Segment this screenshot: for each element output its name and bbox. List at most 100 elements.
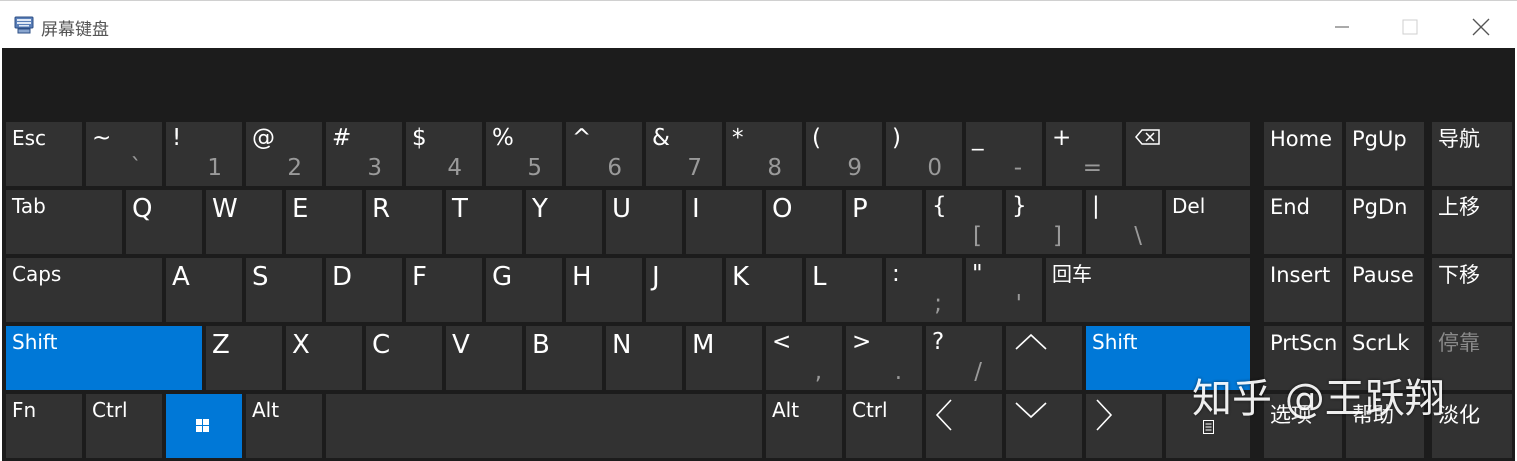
key-shift-left[interactable]: Shift — [6, 326, 202, 390]
key-home[interactable]: Home — [1264, 122, 1342, 186]
key-label: Tab — [12, 194, 46, 218]
key-base-symbol: 3 — [367, 155, 382, 181]
key-alt-right[interactable]: Alt — [766, 394, 842, 458]
key-5[interactable]: % 5 — [486, 122, 562, 186]
close-button[interactable] — [1458, 9, 1502, 43]
key-shift-symbol: _ — [972, 125, 984, 151]
key-9[interactable]: ( 9 — [806, 122, 882, 186]
key-navigate[interactable]: 导航 — [1432, 122, 1512, 186]
key-w[interactable]: W — [206, 190, 282, 254]
key-label: H — [572, 262, 592, 292]
key-i[interactable]: I — [686, 190, 762, 254]
key-fn[interactable]: Fn — [6, 394, 82, 458]
key-minus[interactable]: _ - — [966, 122, 1042, 186]
key-p[interactable]: P — [846, 190, 922, 254]
key-slash[interactable]: ? / — [926, 326, 1002, 390]
key-move-down[interactable]: 下移 — [1432, 258, 1512, 322]
key-b[interactable]: B — [526, 326, 602, 390]
key-label: F — [412, 262, 427, 292]
key-j[interactable]: J — [646, 258, 722, 322]
key-comma[interactable]: < , — [766, 326, 842, 390]
key-6[interactable]: ^ 6 — [566, 122, 642, 186]
key-quote[interactable]: " ' — [966, 258, 1042, 322]
key-x[interactable]: X — [286, 326, 362, 390]
key-arrow-left[interactable] — [926, 394, 1002, 458]
key-shift-symbol: ^ — [572, 125, 592, 151]
key-label: Alt — [252, 398, 280, 422]
minimize-button[interactable] — [1320, 9, 1364, 43]
key-arrow-up[interactable] — [1006, 326, 1082, 390]
key-alt-left[interactable]: Alt — [246, 394, 322, 458]
key-windows[interactable] — [166, 394, 242, 458]
key-space[interactable] — [326, 394, 762, 458]
key-tilde[interactable]: ~ ` — [86, 122, 162, 186]
key-y[interactable]: Y — [526, 190, 602, 254]
key-z[interactable]: Z — [206, 326, 282, 390]
key-s[interactable]: S — [246, 258, 322, 322]
key-e[interactable]: E — [286, 190, 362, 254]
key-h[interactable]: H — [566, 258, 642, 322]
key-arrow-down[interactable] — [1006, 394, 1082, 458]
key-t[interactable]: T — [446, 190, 522, 254]
arrow-left-icon — [935, 399, 952, 431]
key-7[interactable]: & 7 — [646, 122, 722, 186]
key-pause[interactable]: Pause — [1346, 258, 1424, 322]
key-f[interactable]: F — [406, 258, 482, 322]
key-esc[interactable]: Esc — [6, 122, 82, 186]
key-caps[interactable]: Caps — [6, 258, 162, 322]
key-equal[interactable]: + = — [1046, 122, 1122, 186]
key-c[interactable]: C — [366, 326, 442, 390]
key-m[interactable]: M — [686, 326, 762, 390]
key-del[interactable]: Del — [1166, 190, 1250, 254]
key-base-symbol: ; — [934, 291, 942, 317]
key-label: S — [252, 262, 269, 292]
key-g[interactable]: G — [486, 258, 562, 322]
key-label: Fn — [12, 398, 37, 422]
key-pgdn[interactable]: PgDn — [1346, 190, 1424, 254]
key-move-up[interactable]: 上移 — [1432, 190, 1512, 254]
key-1[interactable]: ! 1 — [166, 122, 242, 186]
key-3[interactable]: # 3 — [326, 122, 402, 186]
key-arrow-right[interactable] — [1086, 394, 1162, 458]
key-d[interactable]: D — [326, 258, 402, 322]
key-base-symbol: 9 — [847, 155, 862, 181]
arrow-right-icon — [1096, 399, 1113, 431]
key-period[interactable]: > . — [846, 326, 922, 390]
key-label: V — [452, 330, 470, 360]
key-insert[interactable]: Insert — [1264, 258, 1342, 322]
arrow-down-icon — [1015, 402, 1047, 419]
key-u[interactable]: U — [606, 190, 682, 254]
key-label: Q — [132, 194, 153, 224]
key-o[interactable]: O — [766, 190, 842, 254]
key-label: Home — [1270, 127, 1333, 151]
key-n[interactable]: N — [606, 326, 682, 390]
key-base-symbol: - — [1013, 155, 1022, 181]
key-v[interactable]: V — [446, 326, 522, 390]
key-enter[interactable]: 回车 — [1046, 258, 1250, 322]
key-semicolon[interactable]: : ; — [886, 258, 962, 322]
key-left-bracket[interactable]: { [ — [926, 190, 1002, 254]
key-2[interactable]: @ 2 — [246, 122, 322, 186]
key-4[interactable]: $ 4 — [406, 122, 482, 186]
key-ctrl-right[interactable]: Ctrl — [846, 394, 922, 458]
key-l[interactable]: L — [806, 258, 882, 322]
key-label: PgUp — [1352, 127, 1407, 151]
arrow-up-icon — [1015, 333, 1047, 350]
key-backspace[interactable] — [1126, 122, 1250, 186]
maximize-button[interactable] — [1388, 9, 1432, 43]
key-right-bracket[interactable]: } ] — [1006, 190, 1082, 254]
key-8[interactable]: * 8 — [726, 122, 802, 186]
key-0[interactable]: ) 0 — [886, 122, 962, 186]
key-r[interactable]: R — [366, 190, 442, 254]
key-k[interactable]: K — [726, 258, 802, 322]
key-ctrl-left[interactable]: Ctrl — [86, 394, 162, 458]
key-label: End — [1270, 195, 1310, 219]
key-tab[interactable]: Tab — [6, 190, 122, 254]
key-base-symbol: , — [814, 359, 822, 385]
key-end[interactable]: End — [1264, 190, 1342, 254]
key-backslash[interactable]: | \ — [1086, 190, 1162, 254]
key-a[interactable]: A — [166, 258, 242, 322]
key-pgup[interactable]: PgUp — [1346, 122, 1424, 186]
key-q[interactable]: Q — [126, 190, 202, 254]
key-base-symbol: 1 — [207, 155, 222, 181]
